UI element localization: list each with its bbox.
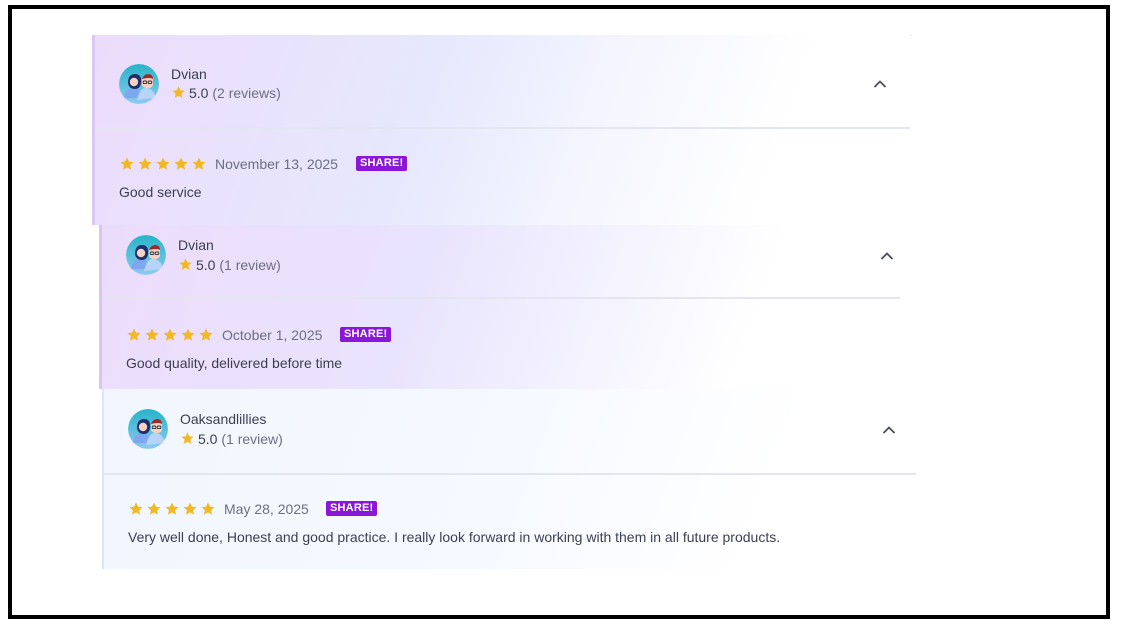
reviewer-name: Dvian [171,66,207,82]
star-rating [119,156,209,172]
review-date: October 1, 2025 [222,327,323,343]
star-icon [183,502,197,515]
star-icon [181,432,194,444]
rating-value: 5.0 [198,431,218,447]
page-frame: Dvian 5.0 (2 reviews) November 13, 2025 … [8,5,1110,619]
share-badge[interactable]: SHARE! [340,327,392,342]
review-date: November 13, 2025 [215,156,338,172]
star-icon [199,328,213,341]
star-icon [179,258,192,270]
review-count: (1 review) [219,257,281,273]
review-date: May 28, 2025 [224,501,309,517]
review-count: (1 review) [221,431,283,447]
chevron-up-icon[interactable] [882,425,896,435]
review-card: Dvian 5.0 (1 review) October 1, 2025 SHA… [99,225,900,389]
star-icon [127,328,141,341]
star-icon [174,157,188,170]
star-icon [129,502,143,515]
review-card: Dvian 5.0 (2 reviews) November 13, 2025 … [92,35,910,225]
star-icon [181,328,195,341]
rating-value: 5.0 [189,85,209,101]
review-text: Good service [119,184,202,200]
card-divider [102,297,900,299]
avatar-icon [128,409,168,449]
reviewer-rating: 5.0 (1 review) [178,257,281,273]
review-count: (2 reviews) [212,85,281,101]
star-icon [156,157,170,170]
star-icon [201,502,215,515]
review-card: Oaksandlillies 5.0 (1 review) May 28, 20… [102,389,916,569]
star-icon [120,157,134,170]
card-divider [95,127,910,129]
star-icon [192,157,206,170]
star-rating [128,501,218,517]
avatar-icon [126,235,166,275]
card-divider [104,473,916,475]
star-icon [138,157,152,170]
chevron-up-icon[interactable] [873,79,887,89]
review-text: Very well done, Honest and good practice… [128,529,781,545]
star-icon [172,86,185,98]
chevron-up-icon[interactable] [880,251,894,261]
reviewer-rating: 5.0 (2 reviews) [171,85,281,101]
star-rating [126,327,216,343]
avatar-icon [119,64,159,104]
reviewer-rating: 5.0 (1 review) [180,431,283,447]
star-icon [145,328,159,341]
star-icon [147,502,161,515]
star-icon [165,502,179,515]
rating-value: 5.0 [196,257,216,273]
review-text: Good quality, delivered before time [126,355,343,371]
reviewer-name: Oaksandlillies [180,411,267,427]
star-icon [163,328,177,341]
reviewer-name: Dvian [178,237,214,253]
share-badge[interactable]: SHARE! [356,156,408,171]
share-badge[interactable]: SHARE! [326,501,378,516]
